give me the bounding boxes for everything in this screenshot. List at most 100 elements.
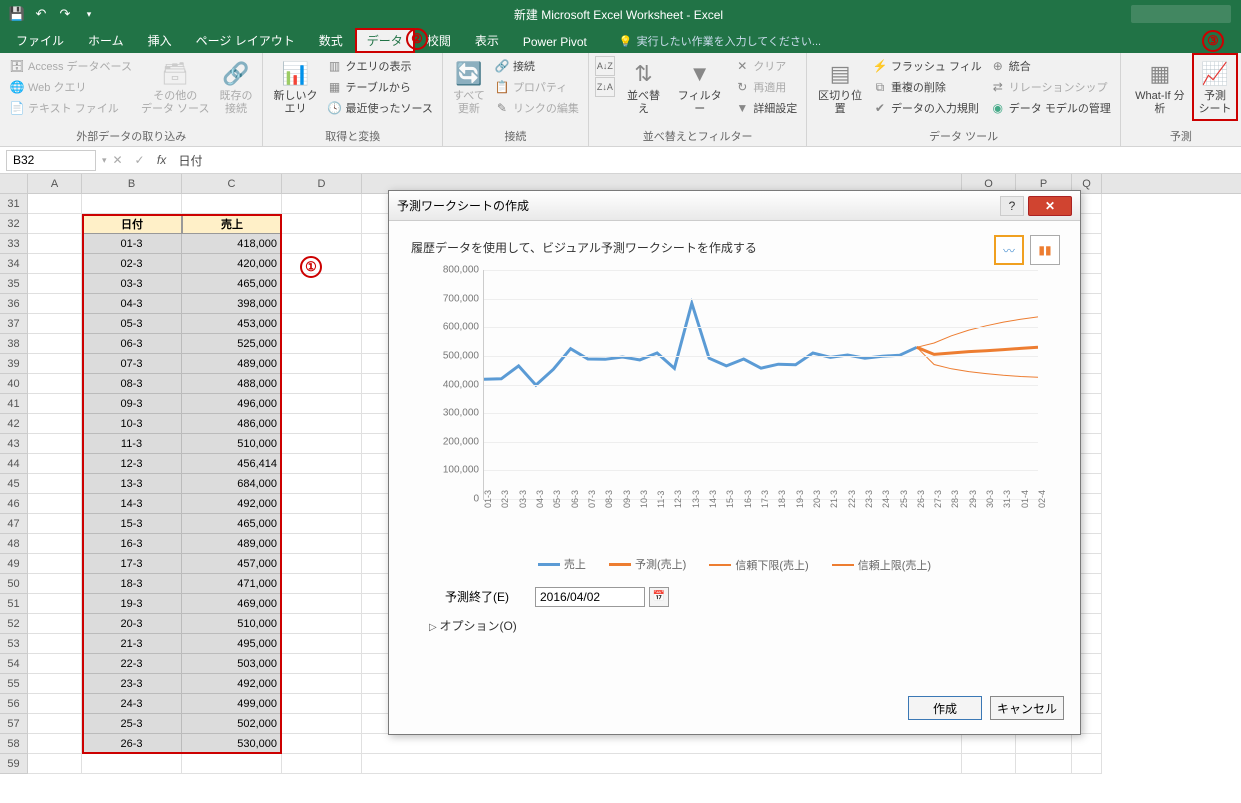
cell[interactable] [28,474,82,494]
cell[interactable] [282,214,362,234]
cell[interactable] [28,354,82,374]
cell[interactable]: 日付 [82,214,182,234]
cell[interactable]: 23-3 [82,674,182,694]
properties-button[interactable]: 📋プロパティ [491,77,582,97]
cell[interactable] [282,314,362,334]
cell[interactable]: 492,000 [182,494,282,514]
row-header[interactable]: 55 [0,674,28,694]
cell[interactable] [962,754,1016,774]
cell[interactable] [282,474,362,494]
formula-input[interactable]: 日付 [173,152,1241,169]
cell[interactable] [282,434,362,454]
whatif-button[interactable]: ▦What-If 分析 [1127,56,1193,118]
cell[interactable]: 07-3 [82,354,182,374]
cell[interactable] [282,494,362,514]
cell[interactable]: 09-3 [82,394,182,414]
row-header[interactable]: 53 [0,634,28,654]
cell[interactable] [282,714,362,734]
cell[interactable]: 01-3 [82,234,182,254]
cell[interactable]: 503,000 [182,654,282,674]
cell[interactable] [28,614,82,634]
date-picker-button[interactable]: 📅 [649,587,669,607]
flash-fill-button[interactable]: ⚡フラッシュ フィル [869,56,985,76]
cell[interactable] [28,674,82,694]
cell[interactable]: 418,000 [182,234,282,254]
cell[interactable] [362,734,962,754]
row-header[interactable]: 45 [0,474,28,494]
row-header[interactable]: 42 [0,414,28,434]
from-access-button[interactable]: 🗄Access データベース [6,56,135,76]
dialog-close-button[interactable]: ✕ [1028,196,1072,216]
clear-filter-button[interactable]: ✕クリア [731,56,800,76]
row-header[interactable]: 54 [0,654,28,674]
cell[interactable] [362,754,962,774]
row-header[interactable]: 40 [0,374,28,394]
cell[interactable]: 489,000 [182,354,282,374]
cell[interactable]: 465,000 [182,514,282,534]
tab-view[interactable]: 表示 [463,28,511,53]
forecast-sheet-button[interactable]: 📈予測 シート [1195,56,1235,118]
cell[interactable] [28,554,82,574]
cell[interactable]: 04-3 [82,294,182,314]
row-header[interactable]: 31 [0,194,28,214]
relationships-button[interactable]: ⇄リレーションシップ [987,77,1114,97]
filter-button[interactable]: ▼フィルター [670,56,729,118]
tab-formulas[interactable]: 数式 [307,28,355,53]
cell[interactable] [28,634,82,654]
tab-powerpivot[interactable]: Power Pivot [511,31,599,53]
cell[interactable] [282,654,362,674]
cell[interactable] [282,554,362,574]
cell[interactable] [282,254,362,274]
cell[interactable] [28,714,82,734]
row-header[interactable]: 56 [0,694,28,714]
column-header[interactable]: A [28,174,82,193]
row-header[interactable]: 59 [0,754,28,774]
tab-home[interactable]: ホーム [76,28,136,53]
cell[interactable] [282,294,362,314]
row-header[interactable]: 32 [0,214,28,234]
cell[interactable] [28,454,82,474]
cell[interactable]: 453,000 [182,314,282,334]
cell[interactable]: 22-3 [82,654,182,674]
recent-sources-button[interactable]: 🕓最近使ったソース [323,98,435,118]
qat-more-icon[interactable]: ▾ [78,3,100,25]
cell[interactable]: 465,000 [182,274,282,294]
cell[interactable]: 10-3 [82,414,182,434]
cell[interactable] [28,514,82,534]
save-icon[interactable]: 💾 [6,3,28,25]
row-header[interactable]: 36 [0,294,28,314]
row-header[interactable]: 57 [0,714,28,734]
fx-icon[interactable]: fx [151,153,173,167]
cell[interactable]: 16-3 [82,534,182,554]
sort-button[interactable]: ⇅並べ替え [619,56,668,118]
cell[interactable] [282,574,362,594]
name-box[interactable]: B32 [6,150,96,171]
cell[interactable]: 11-3 [82,434,182,454]
cell[interactable] [28,274,82,294]
cell[interactable]: 12-3 [82,454,182,474]
cell[interactable]: 489,000 [182,534,282,554]
forecast-end-input[interactable] [535,587,645,607]
cell[interactable] [82,754,182,774]
cell[interactable]: 486,000 [182,414,282,434]
row-header[interactable]: 37 [0,314,28,334]
row-header[interactable]: 44 [0,454,28,474]
cell[interactable] [282,754,362,774]
cell[interactable] [1016,754,1072,774]
cell[interactable] [282,514,362,534]
cell[interactable]: 457,000 [182,554,282,574]
row-header[interactable]: 48 [0,534,28,554]
chart-type-column-button[interactable]: ▮▮ [1030,235,1060,265]
row-header[interactable]: 47 [0,514,28,534]
cell[interactable]: 08-3 [82,374,182,394]
data-validation-button[interactable]: ✔データの入力規則 [869,98,985,118]
cell[interactable] [1016,734,1072,754]
cell[interactable] [182,754,282,774]
cell[interactable] [282,374,362,394]
dialog-help-button[interactable]: ? [1000,196,1024,216]
cell[interactable] [282,274,362,294]
column-header[interactable]: B [82,174,182,193]
cell[interactable] [28,594,82,614]
cell[interactable] [28,414,82,434]
cell[interactable] [28,754,82,774]
